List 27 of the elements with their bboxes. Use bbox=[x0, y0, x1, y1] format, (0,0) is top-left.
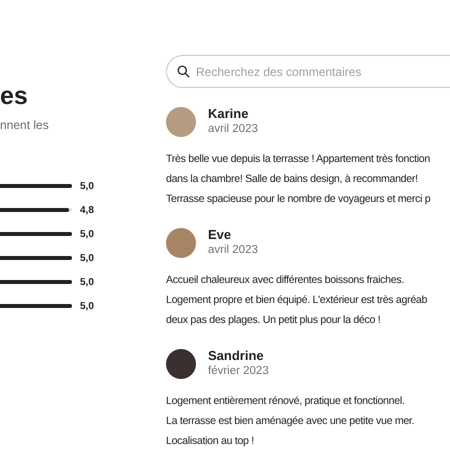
review-text-line: deux pas des plages. Un petit plus pour la déco ! bbox=[166, 313, 382, 328]
review-date: avril 2023 bbox=[208, 122, 258, 137]
rating-value: 5,0 bbox=[80, 252, 94, 266]
review-text-line: Accueil chaleureux avec différentes boissons fraiches. bbox=[166, 273, 405, 288]
rating-value: 5,0 bbox=[80, 228, 94, 242]
rating-value: 4,8 bbox=[80, 204, 94, 218]
reviewer-name: Karine bbox=[208, 106, 250, 122]
review-date: février 2023 bbox=[208, 364, 269, 379]
review-date: avril 2023 bbox=[208, 243, 258, 258]
review-text-line: Logement propre et bien équipé. L'extérieur est très agréab bbox=[166, 293, 428, 308]
rating-value: 5,0 bbox=[80, 300, 94, 314]
review-text-line: Très belle vue depuis la terrasse ! Appartement très fonction bbox=[166, 152, 431, 167]
search-field[interactable]: Recherchez des commentaires bbox=[166, 55, 450, 88]
section-subtitle: nnent les bbox=[0, 117, 50, 134]
rating-value: 5,0 bbox=[80, 180, 94, 194]
review-text-line: Logement entièrement rénové, pratique et fonctionnel. bbox=[166, 394, 406, 409]
avatar-circle bbox=[166, 106, 196, 136]
avatar-circle bbox=[166, 228, 196, 258]
avatar-circle bbox=[166, 348, 196, 378]
review-text-line: La terrasse est bien aménagée avec une petite vue mer. bbox=[166, 414, 416, 429]
review-text-line: Localisation au top ! bbox=[166, 434, 255, 449]
section-title: es bbox=[0, 81, 29, 112]
review-text-line: dans la chambre! Salle de bains design, à recommander! bbox=[166, 172, 419, 187]
review-text-line: Terrasse spacieuse pour le nombre de voyageurs et merci p bbox=[166, 192, 432, 207]
reviewer-name: Eve bbox=[208, 227, 232, 243]
rating-value: 5,0 bbox=[80, 276, 94, 290]
reviewer-name: Sandrine bbox=[208, 348, 265, 364]
